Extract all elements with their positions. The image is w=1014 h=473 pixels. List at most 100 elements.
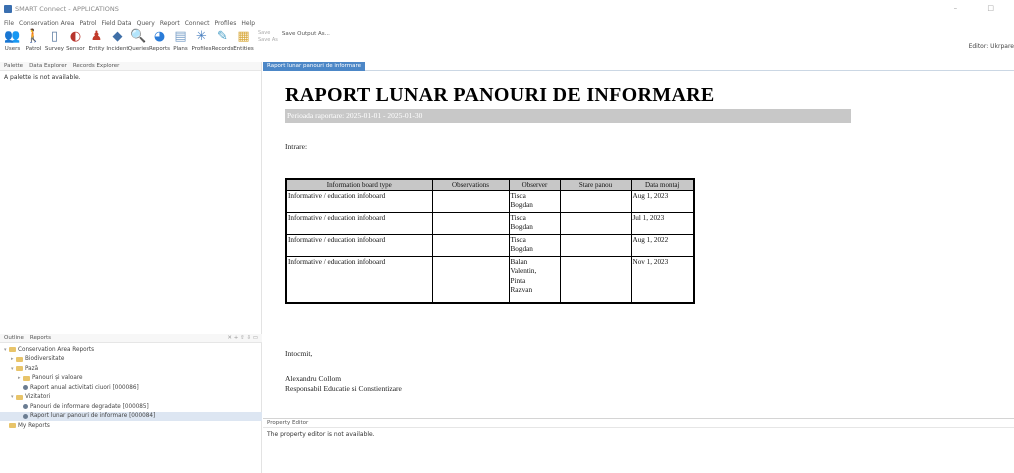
tree-item[interactable]: Panouri de informare degradate [000085]	[0, 402, 262, 412]
tree-item[interactable]: ▸ Biodiversitate	[0, 355, 262, 365]
report-icon	[23, 404, 28, 410]
survey-tool-button[interactable]: ▯ Survey	[44, 29, 65, 52]
reports-tree: ▾ Conservation Area Reports ▸ Biodiversitat…	[0, 343, 262, 431]
signature-name: Alexandru Collom	[285, 374, 342, 383]
menu-bar: File Conservation Area Patrol Field Data Que…	[0, 18, 255, 28]
report-icon	[23, 413, 28, 419]
menu-help[interactable]: Help	[241, 20, 255, 27]
table-cell	[559, 211, 632, 235]
incident-icon: ◆	[112, 29, 123, 44]
table-cell	[431, 211, 510, 235]
column-header: Stare panou	[559, 178, 632, 191]
outline-toolbar-icons[interactable]: ✕ + ⇧ ⇩ ▭	[227, 335, 258, 341]
plans-tool-button[interactable]: ▤ Plans	[170, 29, 191, 52]
tool-label: Records	[211, 46, 234, 52]
tab-records-explorer[interactable]: Records Explorer	[73, 63, 120, 69]
table-cell	[431, 255, 510, 304]
left-tabbar: Palette Data Explorer Records Explorer	[0, 62, 261, 71]
menu-patrol[interactable]: Patrol	[79, 20, 96, 27]
editor-tab-report[interactable]: Raport lunar panouri de informare	[263, 61, 366, 71]
save-output-button[interactable]: Save Output As...	[282, 31, 330, 37]
tree-item[interactable]: Raport lunar panouri de informare [00008…	[0, 411, 262, 421]
table-cell: Aug 1, 2023	[630, 189, 695, 213]
tool-label: Users	[4, 46, 21, 52]
table-cell: Informative / education infoboard	[285, 233, 433, 257]
tab-palette[interactable]: Palette	[4, 63, 23, 69]
report-editor: Raport lunar panouri de informare RAPORT…	[263, 61, 1014, 473]
report-table: Information board type Observations Observ…	[285, 178, 695, 304]
reports-icon: ◕	[153, 29, 166, 44]
table-cell: Informative / education infoboard	[285, 255, 433, 304]
table-cell: Aug 1, 2022	[630, 233, 695, 257]
report-intro: Intrare:	[285, 142, 308, 151]
main-toolbar: 👥 Users 🚶 Patrol ▯ Survey ◐ Sensor ♟ Entity ◆ Incid…	[0, 29, 1014, 63]
queries-tool-button[interactable]: 🔍 Queries	[128, 29, 149, 52]
records-icon: ✎	[217, 29, 228, 44]
tree-item[interactable]: My Reports	[0, 421, 262, 431]
tree-item[interactable]: ▾ Conservation Area Reports	[0, 345, 262, 355]
menu-profiles[interactable]: Profiles	[215, 20, 237, 27]
table-cell	[559, 255, 632, 304]
tab-data-explorer[interactable]: Data Explorer	[29, 63, 67, 69]
incident-tool-button[interactable]: ◆ Incident	[106, 29, 128, 52]
save-as-button[interactable]: Save As	[258, 37, 278, 44]
table-row: Informative / education infoboard Tisca B…	[285, 211, 695, 235]
editor-tabbar: Raport lunar panouri de informare	[263, 61, 1014, 71]
tool-label: Plans	[173, 46, 188, 52]
left-pane: Palette Data Explorer Records Explorer A…	[0, 62, 262, 473]
entities-icon: ▦	[237, 29, 250, 44]
report-icon	[23, 385, 28, 391]
tab-outline[interactable]: Outline	[4, 335, 24, 341]
menu-query[interactable]: Query	[137, 20, 155, 27]
window-controls[interactable]: – □	[954, 4, 1008, 12]
tree-item[interactable]: ▾ Pază	[0, 364, 262, 374]
table-cell: Informative / education infoboard	[285, 189, 433, 213]
table-cell: Balan Valentin, Pinta Razvan	[508, 255, 561, 304]
entity-tool-button[interactable]: ♟ Entity	[86, 29, 107, 52]
patrol-tool-button[interactable]: 🚶 Patrol	[23, 29, 44, 52]
save-button[interactable]: Save	[258, 30, 278, 37]
property-editor-panel: Property Editor The property editor is n…	[263, 418, 1014, 473]
property-editor-message: The property editor is not available.	[267, 431, 375, 438]
sensor-icon: ◐	[69, 29, 82, 44]
table-cell: Nov 1, 2023	[630, 255, 695, 304]
entities-tool-button[interactable]: ▦ Entities	[233, 29, 254, 52]
tool-label: Survey	[44, 46, 65, 52]
tree-item[interactable]: ▸ Panouri și valoare	[0, 374, 262, 384]
records-tool-button[interactable]: ✎ Records	[211, 29, 234, 52]
tree-item-label: Raport anual activitati ciuori [000086]	[30, 384, 139, 391]
column-header: Observer	[508, 178, 561, 191]
tree-item[interactable]: ▾ Vizitatori	[0, 393, 262, 403]
table-cell: Tisca Bogdan	[508, 211, 561, 235]
table-cell	[559, 233, 632, 257]
menu-file[interactable]: File	[4, 20, 14, 27]
tab-reports[interactable]: Reports	[30, 335, 51, 341]
profiles-tool-button[interactable]: ✳ Profiles	[191, 29, 212, 52]
users-tool-button[interactable]: 👥 Users	[2, 29, 23, 52]
menu-connect[interactable]: Connect	[185, 20, 210, 27]
tree-item[interactable]: Raport anual activitati ciuori [000086]	[0, 383, 262, 393]
column-header: Information board type	[285, 178, 433, 191]
menu-conservation-area[interactable]: Conservation Area	[19, 20, 74, 27]
table-cell	[431, 233, 510, 257]
window-title: SMART Connect - APPLICATIONS	[15, 5, 119, 13]
table-row: Informative / education infoboard Tisca B…	[285, 233, 695, 257]
tree-item-label: My Reports	[18, 422, 50, 429]
table-cell	[559, 189, 632, 213]
tool-label: Queries	[127, 46, 150, 52]
menu-report[interactable]: Report	[160, 20, 180, 27]
column-header: Data montaj	[630, 178, 695, 191]
tool-label: Patrol	[25, 46, 42, 52]
column-header: Observations	[431, 178, 510, 191]
sensor-tool-button[interactable]: ◐ Sensor	[65, 29, 86, 52]
tool-label: Reports	[148, 46, 171, 52]
table-header-row: Information board type Observations Observ…	[285, 178, 695, 191]
reports-tool-button[interactable]: ◕ Reports	[149, 29, 170, 52]
menu-field-data[interactable]: Field Data	[102, 20, 132, 27]
tab-property-editor[interactable]: Property Editor	[267, 420, 308, 426]
profiles-icon: ✳	[196, 29, 207, 44]
folder-icon	[9, 423, 16, 429]
tree-item-label: Biodiversitate	[25, 356, 65, 363]
queries-icon: 🔍	[130, 29, 147, 44]
tree-item-label: Panouri și valoare	[32, 375, 83, 382]
